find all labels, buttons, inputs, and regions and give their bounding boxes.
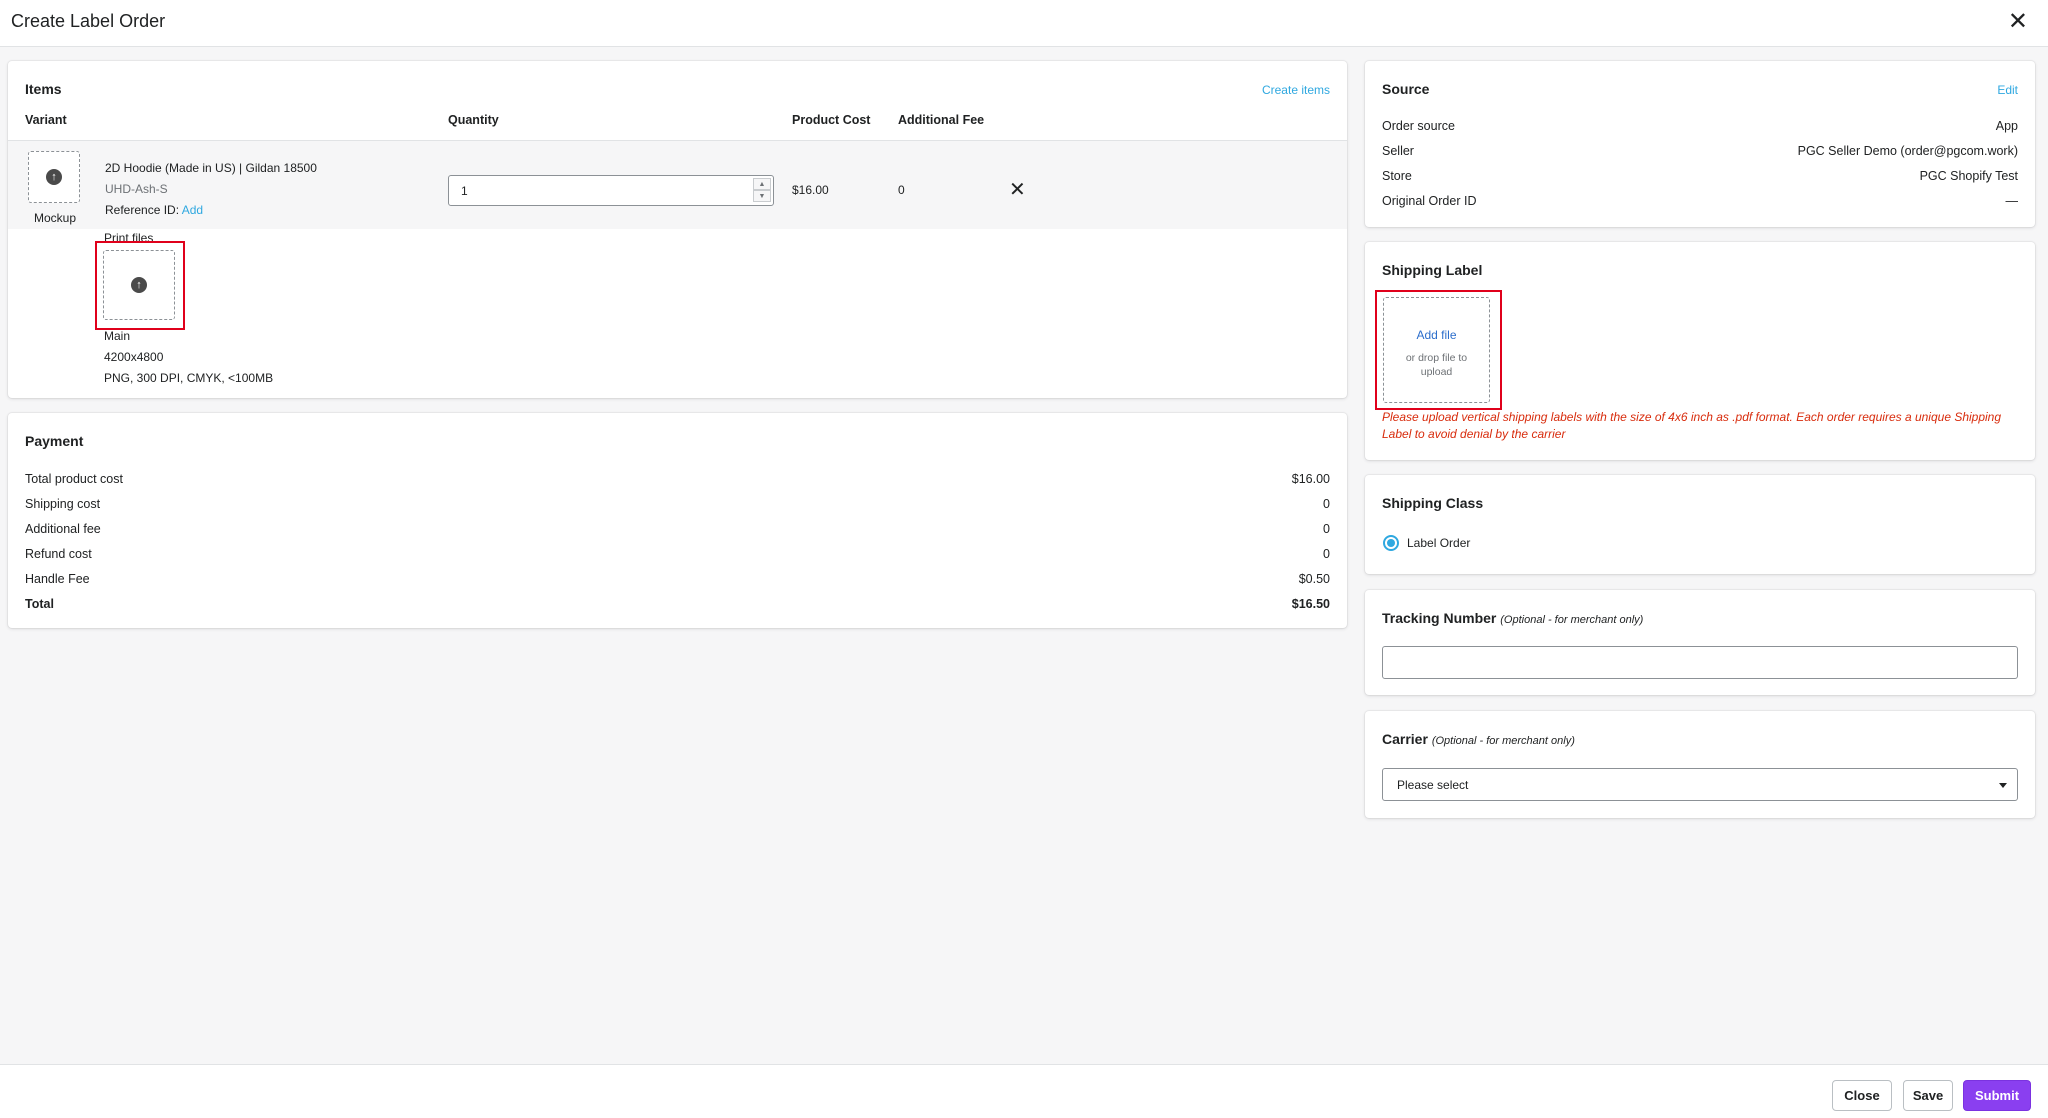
- quantity-stepper[interactable]: 1 ▲ ▼: [448, 175, 774, 206]
- payment-value: $16.00: [1291, 472, 1330, 486]
- shipping-label-title: Shipping Label: [1382, 262, 1483, 278]
- column-additional-fee: Additional Fee: [898, 113, 985, 127]
- source-label: Store: [1382, 169, 1412, 183]
- save-button[interactable]: Save: [1903, 1080, 1953, 1111]
- shipping-class-card: Shipping Class Label Order: [1365, 475, 2035, 574]
- carrier-title: Carrier (Optional - for merchant only): [1382, 731, 1575, 747]
- source-title: Source: [1382, 81, 1430, 97]
- quantity-spinner[interactable]: ▲ ▼: [753, 178, 771, 203]
- print-file-upload[interactable]: ↑: [103, 250, 175, 320]
- payment-label: Refund cost: [25, 547, 92, 561]
- source-label: Order source: [1382, 119, 1455, 133]
- shipping-label-warning: Please upload vertical shipping labels w…: [1382, 410, 2002, 441]
- variant-name: 2D Hoodie (Made in US) | Gildan 18500: [105, 161, 317, 175]
- source-value: PGC Shopify Test: [1919, 169, 2018, 183]
- modal-title: Create Label Order: [11, 11, 166, 31]
- carrier-title-text: Carrier: [1382, 731, 1428, 747]
- payment-label: Total: [25, 597, 54, 611]
- items-title: Items: [25, 81, 62, 97]
- source-label: Original Order ID: [1382, 194, 1477, 208]
- close-button[interactable]: Close: [1832, 1080, 1892, 1111]
- payment-value: 0: [1323, 522, 1330, 536]
- carrier-select[interactable]: Please select: [1382, 768, 2018, 801]
- carrier-optional-note: (Optional - for merchant only): [1431, 735, 1575, 747]
- shipping-label-card: Shipping Label Add file or drop file to …: [1365, 242, 2035, 460]
- column-product-cost: Product Cost: [792, 113, 871, 127]
- column-quantity: Quantity: [448, 113, 499, 127]
- submit-button[interactable]: Submit: [1963, 1080, 2031, 1111]
- tracking-card: Tracking Number (Optional - for merchant…: [1365, 590, 2035, 695]
- reference-id: Reference ID: Add: [105, 203, 203, 217]
- modal-footer: Close Save Submit: [0, 1064, 2048, 1118]
- payment-value: $16.50: [1291, 597, 1330, 611]
- payment-label: Handle Fee: [25, 572, 90, 586]
- payment-label: Shipping cost: [25, 497, 101, 511]
- payment-value: $0.50: [1298, 572, 1330, 586]
- shipping-class-title: Shipping Class: [1382, 495, 1484, 511]
- decrement-icon[interactable]: ▼: [753, 190, 771, 202]
- source-value: App: [1995, 119, 2018, 133]
- label-order-label: Label Order: [1407, 536, 1471, 550]
- create-items-link[interactable]: Create items: [1262, 83, 1330, 97]
- add-file-link[interactable]: Add file: [1384, 328, 1489, 342]
- upload-icon: ↑: [131, 277, 147, 293]
- print-file-spec: PNG, 300 DPI, CMYK, <100MB: [104, 371, 274, 385]
- shipping-label-dropzone[interactable]: Add file or drop file to upload: [1383, 297, 1490, 403]
- tracking-title-text: Tracking Number: [1382, 610, 1497, 626]
- product-cost-value: $16.00: [792, 183, 829, 197]
- print-file-name: Main: [104, 329, 131, 343]
- reference-add-link[interactable]: Add: [182, 203, 203, 217]
- payment-value: 0: [1323, 497, 1330, 511]
- additional-fee-value: 0: [898, 183, 905, 197]
- payment-title: Payment: [25, 433, 84, 449]
- tracking-optional-note: (Optional - for merchant only): [1500, 614, 1644, 626]
- items-card: Items Create items Variant Quantity Prod…: [8, 61, 1347, 398]
- increment-icon[interactable]: ▲: [753, 178, 771, 190]
- close-icon[interactable]: ✕: [2008, 8, 2028, 36]
- quantity-value: 1: [461, 184, 468, 198]
- source-value: —: [2005, 194, 2019, 208]
- column-variant: Variant: [25, 113, 67, 127]
- remove-item-icon[interactable]: ✕: [1009, 177, 1026, 202]
- drop-file-text: or drop file to upload: [1405, 352, 1468, 378]
- source-value: PGC Seller Demo (order@pgcom.work): [1797, 144, 2018, 158]
- mockup-upload[interactable]: ↑: [28, 151, 80, 203]
- carrier-selected-value: Please select: [1397, 778, 1469, 792]
- variant-sku: UHD-Ash-S: [105, 182, 168, 196]
- edit-source-link[interactable]: Edit: [1997, 83, 2018, 97]
- chevron-down-icon: [1999, 783, 2007, 788]
- source-label: Seller: [1382, 144, 1414, 158]
- modal-header: Create Label Order ✕: [0, 0, 2048, 47]
- tracking-title: Tracking Number (Optional - for merchant…: [1382, 610, 1643, 626]
- payment-label: Total product cost: [25, 472, 123, 486]
- tracking-number-input[interactable]: [1382, 646, 2018, 679]
- carrier-card: Carrier (Optional - for merchant only) P…: [1365, 711, 2035, 818]
- payment-label: Additional fee: [25, 522, 101, 536]
- reference-id-label: Reference ID:: [105, 203, 180, 217]
- print-file-size: 4200x4800: [104, 350, 164, 364]
- payment-value: 0: [1323, 547, 1330, 561]
- source-card: Source Edit Order source App Seller PGC …: [1365, 61, 2035, 227]
- payment-card: Payment Total product cost $16.00 Shippi…: [8, 413, 1347, 628]
- table-row: ↑ Mockup 2D Hoodie (Made in US) | Gildan…: [8, 140, 1347, 229]
- label-order-radio[interactable]: [1383, 535, 1399, 551]
- upload-icon: ↑: [46, 169, 62, 185]
- mockup-label: Mockup: [34, 211, 77, 225]
